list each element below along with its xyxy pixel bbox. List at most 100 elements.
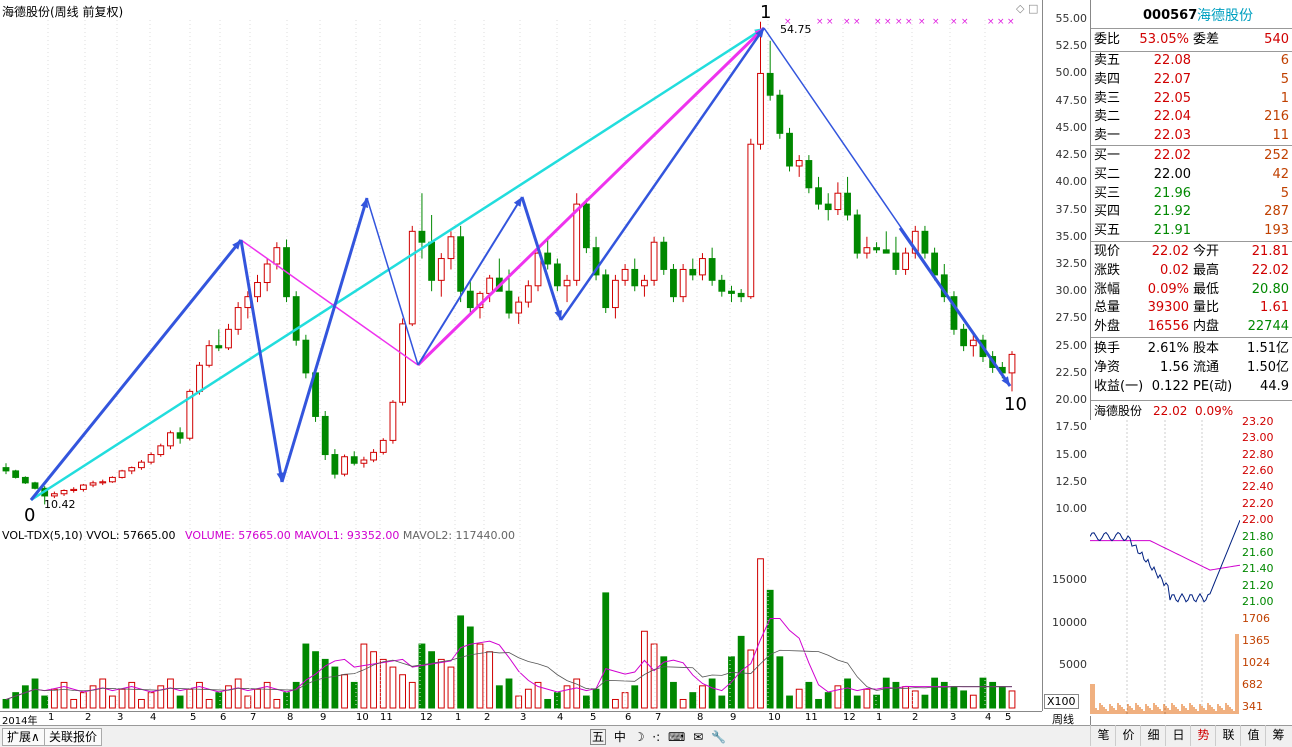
stat-value: 44.9 (1260, 378, 1289, 394)
volume-bar (853, 695, 861, 709)
candle-body (660, 241, 668, 270)
candle-body (167, 432, 174, 447)
right-tab-6[interactable]: 值 (1240, 725, 1266, 746)
price-axis-tick: 30.00 (1055, 284, 1088, 298)
stock-name: 海德股份 (1197, 8, 1253, 24)
stat-label: 最低 (1193, 281, 1220, 297)
stat-value: 2.61% (1147, 341, 1189, 356)
stat-value: 22744 (1247, 319, 1289, 335)
price-axis-tick: 15.00 (1055, 447, 1088, 461)
quote-volume: 42 (1272, 166, 1289, 182)
right-tab-7[interactable]: 筹 (1265, 725, 1291, 746)
wubi-icon[interactable]: 五 (590, 729, 607, 745)
right-tab-0[interactable]: 笔 (1090, 725, 1116, 746)
candle-body (31, 482, 39, 489)
stat-value: 20.80 (1251, 281, 1289, 297)
date-tick: 10 (356, 712, 369, 723)
quote-label: 卖四 (1094, 71, 1121, 87)
price-axis: 55.00 52.50 50.00 47.50 45.00 42.50 40.00 37.50… (1042, 0, 1091, 528)
volume-bar (650, 643, 658, 709)
candle-body (699, 258, 706, 276)
candle-body (641, 279, 648, 287)
right-tab-2[interactable]: 细 (1140, 725, 1166, 746)
marker-x: × (843, 17, 851, 27)
candle-body (834, 192, 842, 211)
stat-value: 0.02 (1160, 262, 1189, 278)
mail-icon[interactable]: ✉ (693, 730, 703, 744)
candle-body (447, 236, 455, 260)
volume-bar (979, 677, 987, 709)
stat-value: 22.02 (1151, 244, 1189, 259)
price-axis-tick: 17.50 (1055, 420, 1088, 434)
window-button[interactable]: □ (1028, 2, 1038, 15)
stock-header: 000567 海德股份 (1091, 7, 1292, 25)
quote-price: 22.04 (1153, 109, 1191, 125)
quote-volume: 6 (1280, 53, 1289, 68)
date-tick: 3 (520, 712, 527, 723)
right-tab-3[interactable]: 日 (1165, 725, 1191, 746)
candle-body (128, 467, 136, 472)
quote-row: 买一 22.02 252 (1091, 147, 1292, 165)
marker-x: × (816, 17, 824, 27)
quote-volume: 11 (1272, 128, 1289, 144)
stat-label: 现价 (1094, 244, 1121, 259)
quote-price: 21.96 (1153, 185, 1191, 201)
candle (776, 89, 784, 139)
candle (582, 198, 590, 254)
candle (670, 264, 677, 303)
stat-label: 涨跌 (1094, 262, 1121, 278)
volume-chart[interactable] (0, 528, 1042, 711)
punct-icon[interactable]: ·: (652, 730, 660, 744)
quote-volume: 193 (1264, 223, 1289, 239)
stat-label: 最高 (1193, 262, 1220, 278)
volume-bar (341, 674, 348, 709)
volume-bar (582, 695, 590, 709)
stat-label: 流通 (1193, 359, 1220, 375)
stat-row: 外盘 16556 内盘 22744 (1091, 318, 1292, 336)
candle (379, 438, 387, 455)
quote-label: 卖一 (1094, 128, 1121, 144)
right-tab-4[interactable]: 势 (1190, 725, 1216, 746)
keyboard-icon[interactable]: ⌨ (668, 730, 685, 744)
related-quote-tab[interactable]: 关联报价 (44, 728, 103, 746)
moon-icon[interactable]: ☽ (634, 730, 645, 744)
candle-body (254, 282, 261, 298)
stat-value: 0.09% (1147, 281, 1189, 297)
chinese-icon[interactable]: 中 (614, 730, 626, 744)
marker-x: × (826, 17, 834, 27)
price-chart[interactable]: × × × × × × × × × × × × × × × × (0, 0, 1042, 528)
stat-value: 16556 (1147, 319, 1189, 335)
volume-bar (495, 685, 503, 709)
quote-volume: 216 (1264, 109, 1289, 125)
quote-price: 22.03 (1153, 128, 1191, 144)
candle-body (505, 290, 513, 314)
stat-label: 今开 (1193, 244, 1220, 259)
right-tab-1[interactable]: 价 (1115, 725, 1141, 746)
marker-x: × (905, 17, 913, 27)
candle-body (853, 214, 861, 254)
volume-bar (592, 688, 600, 709)
candle (408, 225, 416, 327)
quote-label: 买二 (1094, 166, 1121, 182)
stat-row: 净资 1.56 流通 1.50亿 (1091, 359, 1292, 377)
expand-tab[interactable]: 扩展∧ (2, 728, 45, 746)
volume-bar (234, 678, 242, 709)
candle-body (650, 241, 658, 281)
stat-value: 21.81 (1251, 244, 1289, 259)
quote-label: 卖五 (1094, 53, 1121, 68)
quote-row: 卖三 22.05 1 (1091, 90, 1292, 108)
candle-body (757, 72, 764, 145)
candle-body (631, 268, 639, 287)
volume-bar (892, 681, 900, 709)
candle-body (370, 451, 377, 461)
wrench-icon[interactable]: 🔧 (711, 730, 726, 744)
price-axis-tick: 37.50 (1055, 202, 1088, 216)
quote-label: 买五 (1094, 223, 1121, 239)
candle-body (176, 432, 184, 439)
stat-value: 1.50亿 (1247, 359, 1289, 375)
intraday-chart[interactable] (1090, 420, 1240, 716)
right-tab-5[interactable]: 联 (1215, 725, 1241, 746)
diamond-icon[interactable]: ◇ (1016, 2, 1024, 15)
candle-body (670, 268, 677, 298)
vol-mavol2: MAVOL2: 117440.00 (402, 529, 516, 542)
